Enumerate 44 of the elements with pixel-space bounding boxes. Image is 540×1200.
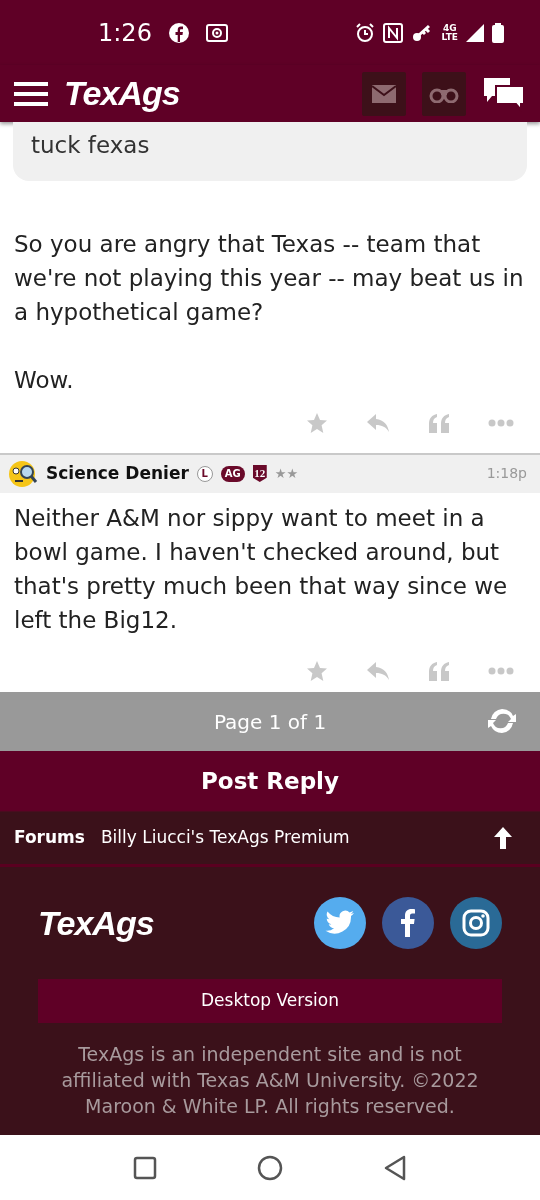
up-arrow-icon[interactable] bbox=[494, 827, 512, 849]
back-icon[interactable] bbox=[383, 1154, 407, 1181]
star-icon[interactable] bbox=[306, 411, 328, 434]
nfc-icon bbox=[383, 22, 404, 43]
mail-icon bbox=[372, 84, 396, 103]
twitter-button[interactable] bbox=[314, 897, 366, 949]
post-text: Neither A&M nor sippy want to meet in a bowl game. I haven't checked around, but that's pretty much been that way since we left the Big12. bbox=[13, 503, 509, 635]
breadcrumb-current[interactable]: Billy Liucci's TexAgs Premium bbox=[100, 825, 350, 851]
footer-logo[interactable]: TexAgs bbox=[38, 897, 154, 949]
signal-icon bbox=[466, 23, 484, 42]
badge-label: AG bbox=[220, 465, 245, 482]
instagram-button[interactable] bbox=[450, 897, 502, 949]
rank-stars: ★★ bbox=[274, 464, 299, 483]
star-icon[interactable] bbox=[306, 659, 328, 682]
instagram-icon bbox=[462, 909, 490, 937]
disclaimer-text: TexAgs is an independent site and is not affiliated with Texas A&M University. ©2022 Maroon & White LP. All rights reserved. bbox=[60, 1042, 480, 1119]
network-label: 4G bbox=[442, 23, 457, 33]
breadcrumb-link[interactable]: Forums bbox=[14, 825, 85, 851]
facebook-f-icon bbox=[401, 909, 415, 937]
binoculars-button[interactable] bbox=[422, 71, 466, 116]
messages-button[interactable] bbox=[362, 71, 406, 116]
clock-time: 1:26 bbox=[98, 17, 152, 49]
facebook-button[interactable] bbox=[382, 897, 434, 949]
page-label: Page 1 of 1 bbox=[213, 708, 327, 736]
radio-icon bbox=[205, 23, 228, 42]
badge-label: L bbox=[196, 465, 213, 482]
recents-icon[interactable] bbox=[133, 1155, 157, 1180]
badge-label: 12 bbox=[252, 465, 267, 482]
menu-icon[interactable] bbox=[14, 81, 48, 106]
battery-icon bbox=[492, 22, 504, 43]
network-label: LTE bbox=[441, 32, 458, 42]
bird-icon bbox=[325, 910, 355, 936]
home-icon[interactable] bbox=[257, 1154, 283, 1181]
facebook-icon bbox=[167, 21, 190, 44]
author-name[interactable]: Science Denier bbox=[46, 460, 189, 487]
quoted-text: tuck fexas bbox=[13, 122, 527, 181]
post-reply-button[interactable]: Post Reply bbox=[0, 751, 540, 812]
site-logo[interactable]: TexAgs bbox=[64, 68, 180, 119]
alarm-icon bbox=[355, 22, 376, 43]
desktop-version-button[interactable]: Desktop Version bbox=[38, 979, 502, 1023]
post-time: 1:18p bbox=[486, 464, 527, 483]
post-text: So you are angry that Texas -- team that we're not playing this year -- may beat us in a hypothetical game? bbox=[13, 229, 525, 327]
post-text: Wow. bbox=[13, 365, 75, 395]
avatar-icon bbox=[8, 458, 38, 489]
